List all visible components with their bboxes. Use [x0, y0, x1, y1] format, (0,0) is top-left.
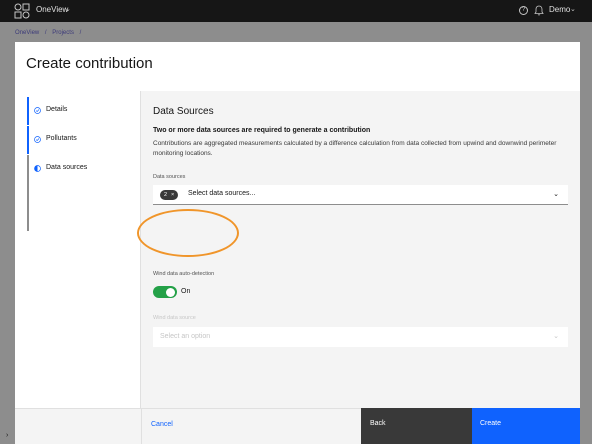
- cancel-button[interactable]: Cancel: [141, 408, 361, 444]
- breadcrumb-separator: /: [44, 30, 47, 36]
- chevron-down-icon[interactable]: ⌄: [65, 5, 71, 13]
- chevron-down-icon[interactable]: ⌄: [553, 190, 559, 198]
- selected-count: 2: [164, 192, 168, 198]
- breadcrumb-item[interactable]: Projects: [52, 30, 74, 36]
- modal-header: Create contribution: [15, 42, 580, 91]
- step-details[interactable]: Details: [27, 97, 127, 125]
- footer-spacer: [15, 408, 141, 444]
- step-label: Data sources: [46, 164, 88, 171]
- create-button[interactable]: Create: [472, 408, 580, 444]
- selected-count-tag[interactable]: 2 ×: [160, 190, 178, 200]
- top-navigation-bar: OneView ⌄ ? Demo ⌄: [0, 0, 592, 22]
- data-sources-placeholder: Select data sources...: [188, 190, 256, 197]
- wind-data-source-select[interactable]: Select an option ⌄: [153, 327, 568, 347]
- step-label: Details: [46, 106, 68, 113]
- app-logo-icon[interactable]: [14, 3, 30, 19]
- create-button-label: Create: [480, 420, 502, 427]
- modal-title: Create contribution: [26, 55, 153, 72]
- back-button[interactable]: Back: [361, 408, 472, 444]
- wind-auto-detection-label: Wind data auto-detection: [153, 271, 215, 277]
- user-menu[interactable]: Demo: [549, 5, 570, 14]
- back-button-label: Back: [370, 420, 386, 427]
- step-label: Pollutants: [46, 135, 77, 142]
- section-title: Data Sources: [153, 106, 214, 117]
- checkmark-outline-icon: [34, 107, 41, 114]
- toggle-knob: [166, 287, 175, 297]
- wind-data-source-placeholder: Select an option: [160, 333, 211, 340]
- app-name[interactable]: OneView: [36, 5, 68, 14]
- step-pollutants[interactable]: Pollutants: [27, 126, 127, 154]
- close-icon[interactable]: ×: [171, 190, 174, 200]
- modal-footer: Cancel Back Create: [15, 408, 580, 444]
- wind-auto-detection-toggle[interactable]: [153, 286, 177, 298]
- progress-indicator: Details Pollutants Data sources: [15, 91, 141, 408]
- section-subtitle: Two or more data sources are required to…: [153, 127, 371, 134]
- create-contribution-modal: Create contribution Details Pollutants D…: [15, 42, 580, 444]
- section-description: Contributions are aggregated measurement…: [153, 140, 557, 157]
- breadcrumb-item[interactable]: OneView: [15, 30, 39, 36]
- chevron-right-icon[interactable]: ›: [6, 432, 8, 439]
- current-step-icon: [34, 165, 41, 172]
- data-sources-multiselect[interactable]: 2 × Select data sources... ⌄: [153, 185, 568, 205]
- breadcrumb-separator: /: [79, 30, 82, 36]
- cancel-button-label: Cancel: [151, 421, 173, 428]
- chevron-down-icon: ⌄: [553, 333, 559, 340]
- step-data-sources[interactable]: Data sources: [27, 155, 127, 231]
- help-icon[interactable]: ?: [519, 6, 528, 15]
- breadcrumb: OneView / Projects /: [15, 30, 85, 36]
- checkmark-outline-icon: [34, 136, 41, 143]
- toggle-state-text: On: [181, 288, 191, 295]
- chevron-down-icon[interactable]: ⌄: [570, 5, 576, 13]
- highlight-annotation: [137, 209, 239, 257]
- data-sources-label: Data sources: [153, 174, 186, 180]
- wind-data-source-label: Wind data source: [153, 315, 196, 321]
- notification-bell-icon[interactable]: [534, 5, 544, 16]
